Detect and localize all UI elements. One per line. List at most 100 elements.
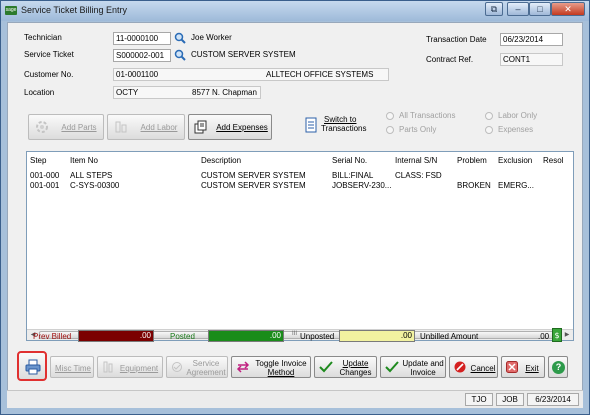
switch-to-transactions-link[interactable]: Switch to Transactions [321, 115, 367, 133]
prev-billed-value: .00 [78, 330, 154, 342]
column-header-item-no[interactable]: Item No [70, 156, 98, 165]
toggle-arrows-icon [236, 361, 250, 373]
labor-icon [115, 121, 127, 133]
exit-button[interactable]: Exit [501, 356, 545, 378]
help-icon: ? [552, 361, 565, 374]
exit-icon [506, 361, 518, 373]
service-agreement-button[interactable]: Service Agreement [166, 356, 228, 378]
scroll-grip-icon: III [292, 331, 298, 337]
equipment-icon [103, 361, 113, 373]
printer-icon [25, 359, 41, 375]
help-button[interactable]: ? [548, 356, 568, 378]
close-icon[interactable]: ✕ [551, 2, 585, 16]
add-parts-label: Add Parts [61, 123, 97, 132]
add-expenses-button[interactable]: Add Expenses [188, 114, 272, 140]
update-changes-button[interactable]: Update Changes [314, 356, 377, 378]
service-agreement-line1: Service [192, 359, 220, 368]
sage-logo-icon: sage [5, 6, 17, 15]
technician-field[interactable]: 11-0000100 [113, 32, 171, 45]
unbilled-details-icon[interactable]: $ [552, 328, 562, 342]
transaction-date-label: Transaction Date [426, 35, 487, 44]
maximize-icon[interactable]: □ [529, 2, 551, 16]
row1-description: CUSTOM SERVER SYSTEM [201, 171, 306, 180]
parts-only-label: Parts Only [399, 125, 437, 134]
cancel-button[interactable]: Cancel [449, 356, 498, 378]
agreement-icon [172, 362, 182, 372]
column-header-step[interactable]: Step [30, 156, 46, 165]
service-ticket-label: Service Ticket [24, 50, 74, 59]
customer-no-value: 01-0001100 [116, 70, 159, 79]
unposted-value: .00 [339, 330, 415, 342]
all-transactions-label: All Transactions [399, 111, 456, 120]
technician-label: Technician [24, 33, 62, 42]
checkmark-icon [319, 361, 333, 373]
expenses-label: Expenses [498, 125, 534, 134]
minimize-icon[interactable]: – [507, 2, 529, 16]
row1-serial-no: BILL:FINAL [332, 171, 374, 180]
lines-grid[interactable]: Step Item No Description Serial No. Inte… [26, 151, 574, 341]
service-ticket-lookup-icon[interactable] [174, 49, 186, 61]
labor-only-radio[interactable] [485, 112, 493, 120]
transaction-date-field[interactable]: 06/23/2014 [500, 33, 563, 46]
window-title: Service Ticket Billing Entry [21, 5, 128, 15]
equipment-label: Equipment [119, 364, 159, 373]
update-changes-line2: Changes [339, 368, 372, 377]
parts-only-radio[interactable] [386, 126, 394, 134]
posted-label: Posted [170, 332, 195, 341]
row1-item-no: ALL STEPS [70, 171, 113, 180]
service-ticket-field[interactable]: S000002-001 [113, 49, 171, 62]
service-agreement-line2: Agreement [186, 368, 226, 377]
update-and-invoice-button[interactable]: Update and Invoice [380, 356, 446, 378]
add-parts-button[interactable]: Add Parts [28, 114, 104, 140]
contract-ref-field: CONT1 [500, 53, 563, 66]
misc-time-button[interactable]: Misc Time [50, 356, 94, 378]
update-invoice-line1: Update and [402, 359, 444, 368]
equipment-button[interactable]: Equipment [97, 356, 163, 378]
print-button[interactable] [17, 351, 47, 381]
column-header-problem[interactable]: Problem [457, 156, 487, 165]
location-address: 8577 N. Chapman [192, 88, 257, 97]
all-transactions-radio[interactable] [386, 112, 394, 120]
location-field: OCTY 8577 N. Chapman [113, 86, 261, 99]
column-header-description[interactable]: Description [201, 156, 241, 165]
parts-icon [36, 121, 48, 133]
checkmark-invoice-icon [385, 361, 399, 373]
switch-line2: Transactions [321, 124, 367, 133]
svg-text:$: $ [554, 331, 559, 340]
unbilled-amount-value: .00 [538, 332, 550, 341]
column-header-serial-no[interactable]: Serial No. [332, 156, 367, 165]
exit-label: Exit [525, 364, 539, 373]
row2-step: 001-001 [30, 181, 60, 190]
row2-item-no: C-SYS-00300 [70, 181, 120, 190]
scroll-right-icon[interactable]: ▶ [562, 331, 572, 339]
posted-value: .00 [208, 330, 284, 342]
row2-description: CUSTOM SERVER SYSTEM [201, 181, 306, 190]
switch-to-transactions-icon[interactable] [304, 117, 318, 133]
labor-only-label: Labor Only [498, 111, 538, 120]
toggle-invoice-method-button[interactable]: Toggle Invoice Method [231, 356, 311, 378]
cancel-label: Cancel [470, 364, 496, 373]
update-changes-line1: Update [342, 359, 369, 368]
column-header-internal-sn[interactable]: Internal S/N [395, 156, 437, 165]
add-labor-label: Add Labor [140, 123, 178, 132]
add-expenses-label: Add Expenses [216, 123, 268, 132]
form-body: Technician 11-0000100 Joe Worker Service… [7, 22, 583, 407]
unposted-label: Unposted [300, 332, 335, 341]
expenses-radio[interactable] [485, 126, 493, 134]
misc-time-label: Misc Time [55, 364, 91, 373]
technician-lookup-icon[interactable] [174, 32, 186, 44]
prev-billed-label: Prev Billed [33, 332, 72, 341]
customer-no-label: Customer No. [24, 70, 74, 79]
column-header-resolution[interactable]: Resol [543, 156, 563, 165]
expenses-icon [194, 120, 207, 134]
title-bar[interactable]: sage Service Ticket Billing Entry ⧉ – □ … [1, 1, 589, 21]
location-code: OCTY [116, 88, 139, 97]
switch-line1: Switch to [324, 115, 357, 124]
contract-ref-label: Contract Ref. [426, 55, 474, 64]
restore-down-icon[interactable]: ⧉ [485, 2, 503, 16]
column-header-exclusion[interactable]: Exclusion [498, 156, 532, 165]
add-labor-button[interactable]: Add Labor [107, 114, 185, 140]
customer-no-field: 01-0001100 ALLTECH OFFICE SYSTEMS [113, 68, 389, 81]
toggle-invoice-line2: Method [267, 368, 295, 377]
row1-step: 001-000 [30, 171, 60, 180]
